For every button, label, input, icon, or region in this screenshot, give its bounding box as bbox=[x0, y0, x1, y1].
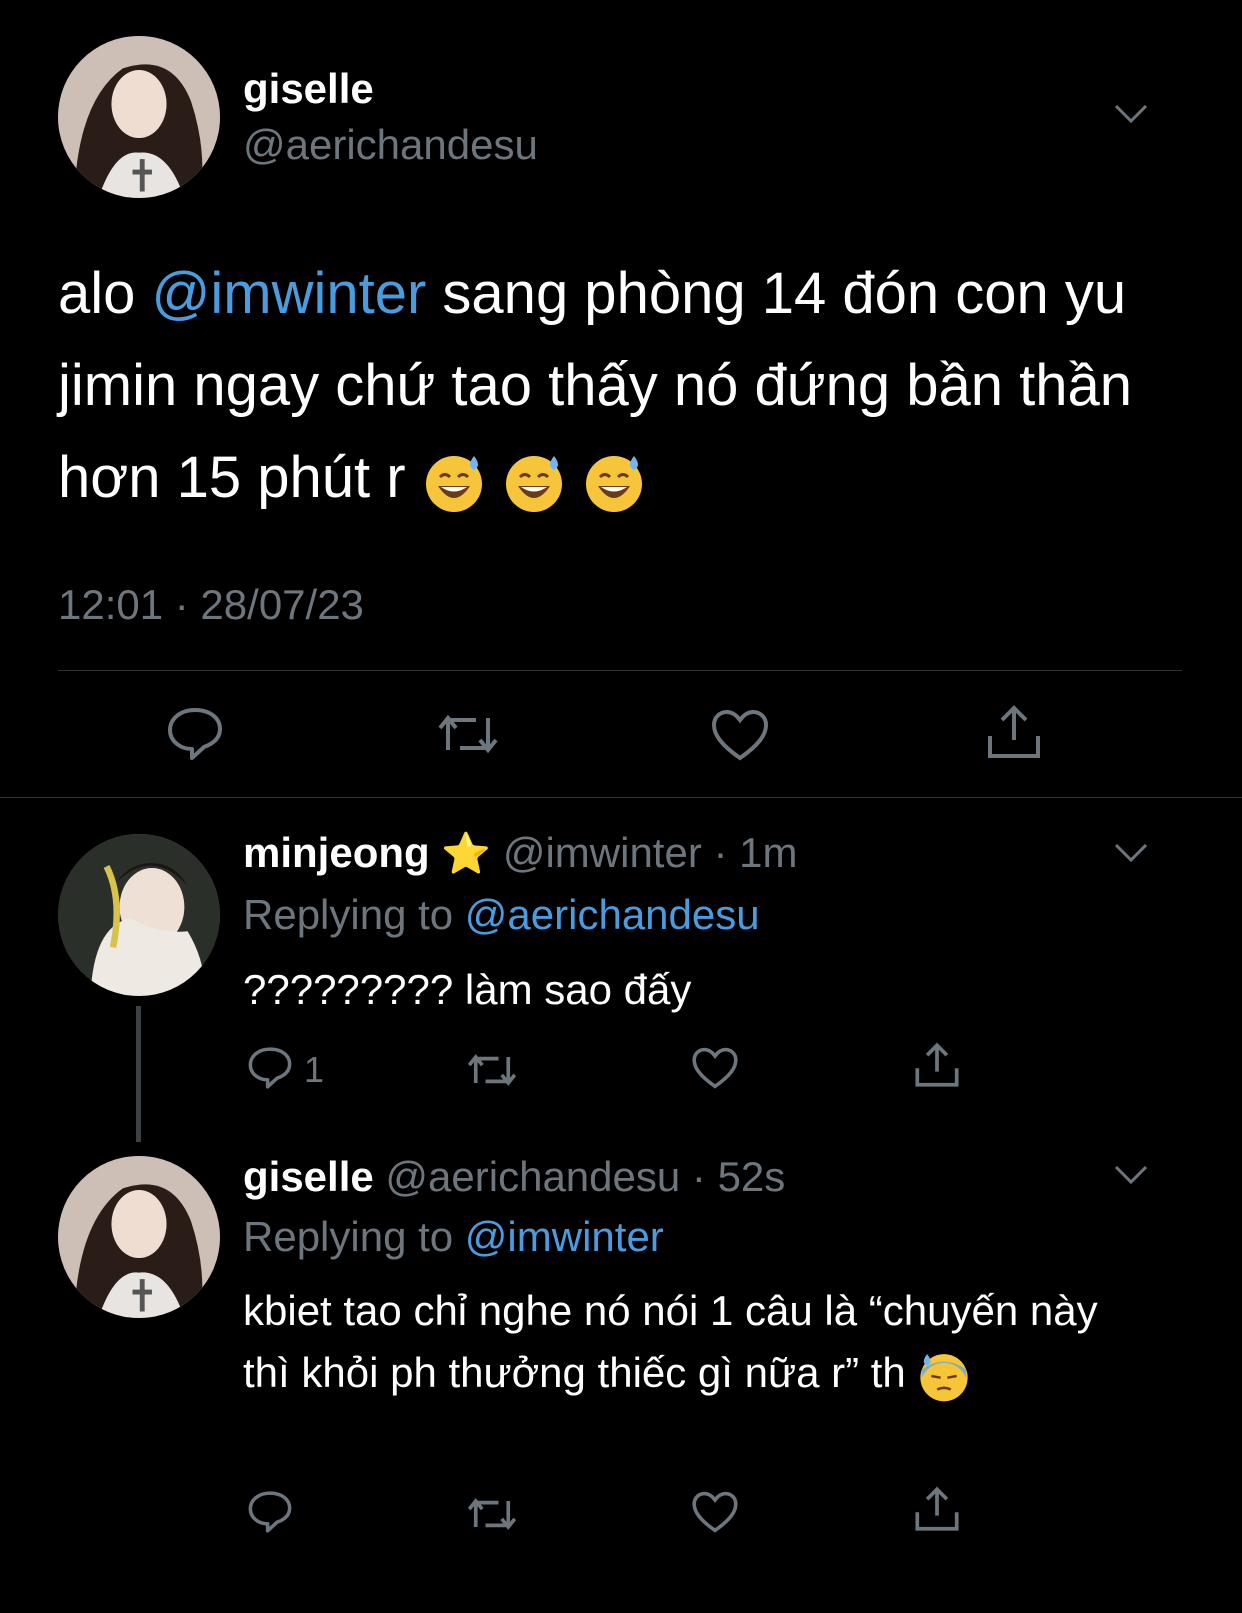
replying-to: Replying to @aerichandesu bbox=[243, 890, 760, 940]
star-badge-icon: ⭐ bbox=[441, 832, 492, 876]
author-name[interactable]: giselle bbox=[243, 66, 374, 112]
like-icon[interactable] bbox=[691, 1046, 739, 1090]
avatar[interactable] bbox=[58, 36, 220, 198]
chevron-down-icon[interactable] bbox=[1114, 103, 1148, 125]
share-icon[interactable] bbox=[912, 1486, 962, 1532]
like-icon[interactable] bbox=[691, 1490, 739, 1534]
thread-line bbox=[136, 1006, 141, 1142]
sweat-smile-emoji-icon bbox=[582, 450, 646, 514]
author-handle[interactable]: @aerichandesu bbox=[243, 122, 538, 168]
reply-header: minjeong ⭐ @imwinter · 1m bbox=[243, 828, 797, 879]
divider bbox=[58, 670, 1182, 671]
tweet-text-start: alo bbox=[58, 261, 152, 326]
chevron-down-icon[interactable] bbox=[1114, 842, 1148, 864]
like-icon[interactable] bbox=[710, 708, 770, 762]
retweet-icon[interactable] bbox=[466, 1050, 518, 1090]
replying-to-link[interactable]: @imwinter bbox=[465, 1213, 664, 1260]
sweat-smile-emoji-icon bbox=[502, 450, 566, 514]
chevron-down-icon[interactable] bbox=[1114, 1164, 1148, 1186]
reply-header: giselle @aerichandesu · 52s bbox=[243, 1152, 785, 1202]
author-name[interactable]: minjeong bbox=[243, 829, 430, 876]
replying-to: Replying to @imwinter bbox=[243, 1212, 664, 1262]
share-icon[interactable] bbox=[984, 704, 1044, 760]
avatar[interactable] bbox=[58, 834, 220, 996]
retweet-icon[interactable] bbox=[466, 1494, 518, 1534]
tweet-text: alo @imwinter sang phòng 14 đón con yu j… bbox=[58, 248, 1178, 524]
replying-to-link[interactable]: @aerichandesu bbox=[465, 891, 760, 938]
section-divider bbox=[0, 797, 1242, 798]
reply-count: 1 bbox=[304, 1049, 325, 1090]
reply-icon[interactable] bbox=[247, 1490, 293, 1534]
share-icon[interactable] bbox=[912, 1042, 962, 1088]
sweat-smile-emoji-icon bbox=[422, 450, 486, 514]
author-name[interactable]: giselle bbox=[243, 1153, 374, 1200]
downcast-sweat-emoji-icon bbox=[917, 1349, 971, 1403]
mention-link[interactable]: @imwinter bbox=[152, 261, 427, 326]
avatar[interactable] bbox=[58, 1156, 220, 1318]
author-handle-time[interactable]: @aerichandesu · 52s bbox=[385, 1153, 785, 1200]
replying-to-label: Replying to bbox=[243, 891, 454, 938]
reply-icon[interactable] bbox=[166, 706, 224, 762]
replying-to-label: Replying to bbox=[243, 1213, 454, 1260]
reply-icon[interactable] bbox=[247, 1046, 293, 1090]
author-handle-time[interactable]: @imwinter · 1m bbox=[503, 829, 798, 876]
timestamp[interactable]: 12:01 · 28/07/23 bbox=[58, 582, 364, 628]
reply-text: kbiet tao chỉ nghe nó nói 1 câu là “chuy… bbox=[243, 1280, 1148, 1404]
reply-text: ????????? làm sao đấy bbox=[243, 966, 692, 1013]
retweet-icon[interactable] bbox=[436, 710, 500, 758]
